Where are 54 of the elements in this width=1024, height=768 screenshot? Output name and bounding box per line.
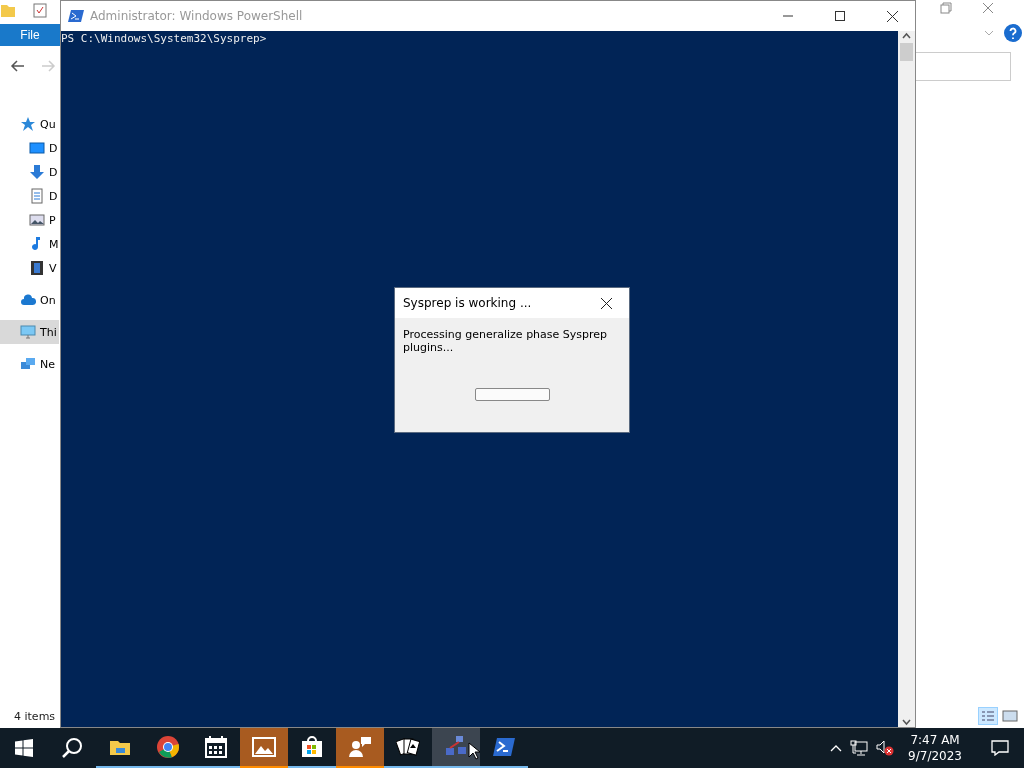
scroll-up-icon[interactable] — [902, 31, 911, 41]
large-icons-view-icon[interactable] — [1002, 707, 1018, 725]
nav-item[interactable]: V — [0, 256, 59, 280]
dialog-title: Sysprep is working ... — [403, 296, 533, 310]
volume-muted-icon[interactable] — [876, 740, 895, 756]
people-icon — [348, 735, 372, 759]
maximize-icon — [835, 11, 845, 21]
command-prompt: PS C:\Windows\System32\Sysprep> — [61, 32, 267, 45]
scroll-down-icon[interactable] — [902, 717, 911, 727]
nav-item[interactable]: M — [0, 232, 59, 256]
properties-icon[interactable] — [32, 2, 48, 18]
desktop-icon — [29, 140, 45, 156]
taskbar-app[interactable] — [432, 728, 480, 768]
speech-bubble-icon — [991, 740, 1009, 756]
nav-item[interactable]: On — [0, 288, 59, 312]
status-text: 4 items — [14, 710, 56, 723]
powershell-icon — [492, 735, 516, 759]
status-message: Processing generalize phase Sysprep plugins... — [402, 327, 609, 354]
window-title: Administrator: Windows PowerShell — [90, 9, 304, 23]
download-icon — [29, 164, 45, 180]
back-icon[interactable] — [10, 58, 26, 74]
nav-item[interactable]: Qu — [0, 112, 59, 136]
network-icon — [20, 356, 36, 372]
calendar-icon — [204, 735, 228, 759]
file-tab[interactable]: File — [0, 24, 60, 46]
close-icon — [886, 10, 898, 22]
scroll-thumb[interactable] — [900, 43, 913, 61]
search-icon — [61, 737, 83, 759]
powershell-icon — [68, 9, 84, 23]
video-icon — [29, 260, 45, 276]
help-icon[interactable] — [1004, 24, 1022, 42]
nav-item[interactable]: Ne — [0, 352, 59, 376]
nav-item[interactable]: P — [0, 208, 59, 232]
nav-item[interactable]: Thi — [0, 320, 59, 344]
chrome-icon — [156, 735, 180, 759]
nav-item[interactable]: D — [0, 160, 59, 184]
close-icon — [600, 297, 612, 309]
mouse-pointer-icon — [468, 742, 480, 760]
cards-icon — [396, 735, 420, 759]
scrollbar[interactable] — [898, 31, 915, 727]
star-icon — [20, 116, 36, 132]
pc-icon — [20, 324, 36, 340]
clock[interactable]: 7:47 AM 9/7/2023 — [902, 732, 968, 764]
pictures-icon — [29, 212, 45, 228]
close-icon[interactable] — [982, 2, 994, 14]
cloud-icon — [20, 292, 36, 308]
network-icon[interactable] — [850, 740, 869, 756]
nav-item[interactable]: D — [0, 136, 59, 160]
nav-item[interactable]: D — [0, 184, 59, 208]
document-icon — [29, 188, 45, 204]
photos-icon — [252, 735, 276, 759]
store-icon — [300, 735, 324, 759]
search-field[interactable] — [916, 52, 1011, 81]
windows-logo-icon — [15, 739, 33, 757]
